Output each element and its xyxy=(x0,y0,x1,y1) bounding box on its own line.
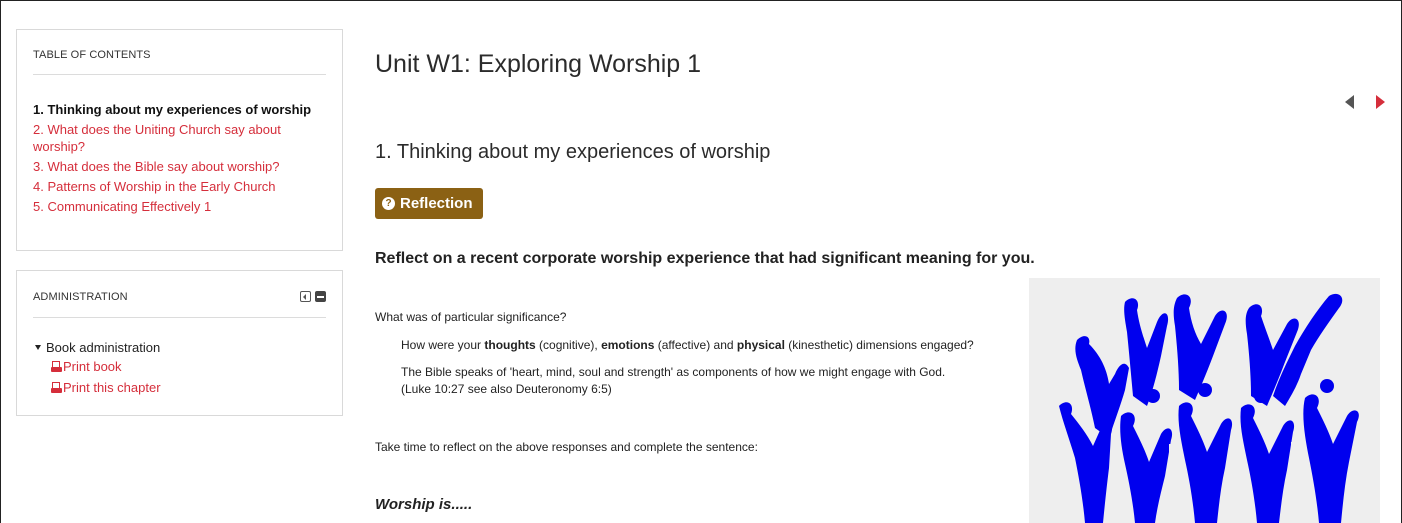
previous-chapter-icon[interactable] xyxy=(1345,95,1354,109)
print-book-link[interactable]: Print book xyxy=(33,356,326,377)
caret-down-icon xyxy=(35,345,41,350)
book-administration-node[interactable]: Book administration xyxy=(33,339,326,356)
block-controls xyxy=(300,291,326,302)
bible-quote-paragraph: The Bible speaks of 'heart, mind, soul a… xyxy=(401,364,1031,398)
bible-quote-line-1: The Bible speaks of 'heart, mind, soul a… xyxy=(401,365,946,379)
print-book-label: Print book xyxy=(63,359,122,374)
chapter-title: 1. Thinking about my experiences of wors… xyxy=(375,141,771,163)
bible-quote-line-2: (Luke 10:27 see also Deuteronomy 6:5) xyxy=(401,382,612,396)
page-title: Unit W1: Exploring Worship 1 xyxy=(375,50,702,78)
toc-item-3[interactable]: 3. What does the Bible say about worship… xyxy=(33,158,326,175)
collapse-block-icon[interactable] xyxy=(315,291,326,302)
toc-item-5[interactable]: 5. Communicating Effectively 1 xyxy=(33,198,326,215)
q2-text-4: (kinesthetic) dimensions engaged? xyxy=(784,338,974,352)
print-chapter-icon xyxy=(51,381,62,394)
toc-item-1[interactable]: 1. Thinking about my experiences of wors… xyxy=(33,101,326,118)
question-significance: What was of particular significance? xyxy=(375,310,567,324)
main-content: Unit W1: Exploring Worship 1 1. Thinking… xyxy=(375,0,1385,523)
q2-text-3: (affective) and xyxy=(654,338,737,352)
worship-is-heading: Worship is..... xyxy=(375,496,473,513)
worshippers-illustration xyxy=(1059,293,1359,523)
print-chapter-label: Print this chapter xyxy=(63,380,161,395)
reflection-badge-label: Reflection xyxy=(400,195,473,212)
question-circle-icon: ? xyxy=(382,197,395,210)
q2-physical: physical xyxy=(736,338,785,352)
admin-block-title: ADMINISTRATION xyxy=(33,291,128,303)
reflection-prompt: Reflect on a recent corporate worship ex… xyxy=(375,250,1035,267)
dock-block-icon[interactable] xyxy=(300,291,311,302)
toc-item-4[interactable]: 4. Patterns of Worship in the Early Chur… xyxy=(33,178,326,195)
toc-block: TABLE OF CONTENTS 1. Thinking about my e… xyxy=(16,29,343,251)
complete-sentence-instruction: Take time to reflect on the above respon… xyxy=(375,440,758,454)
book-administration-label: Book administration xyxy=(46,340,161,355)
toc-item-2[interactable]: 2. What does the Uniting Church say abou… xyxy=(33,121,326,155)
q2-thoughts: thoughts xyxy=(484,338,536,352)
toc-list: 1. Thinking about my experiences of wors… xyxy=(33,75,326,215)
admin-block: ADMINISTRATION Book administration Print… xyxy=(16,270,343,416)
print-book-icon xyxy=(51,360,62,373)
q2-text-2: (cognitive), xyxy=(535,338,602,352)
toc-block-title: TABLE OF CONTENTS xyxy=(33,30,326,75)
next-chapter-icon[interactable] xyxy=(1376,95,1385,109)
admin-tree: Book administration Print book Print thi… xyxy=(33,318,326,398)
print-chapter-link[interactable]: Print this chapter xyxy=(33,377,326,398)
q2-emotions: emotions xyxy=(601,338,655,352)
reflection-badge: ? Reflection xyxy=(375,188,483,219)
admin-block-header: ADMINISTRATION xyxy=(33,271,326,318)
chapter-navigation xyxy=(1345,95,1385,109)
q2-text-1: How were your xyxy=(401,338,485,352)
question-dimensions: How were your thoughts (cognitive), emot… xyxy=(401,337,974,354)
worshippers-image xyxy=(1029,278,1380,523)
